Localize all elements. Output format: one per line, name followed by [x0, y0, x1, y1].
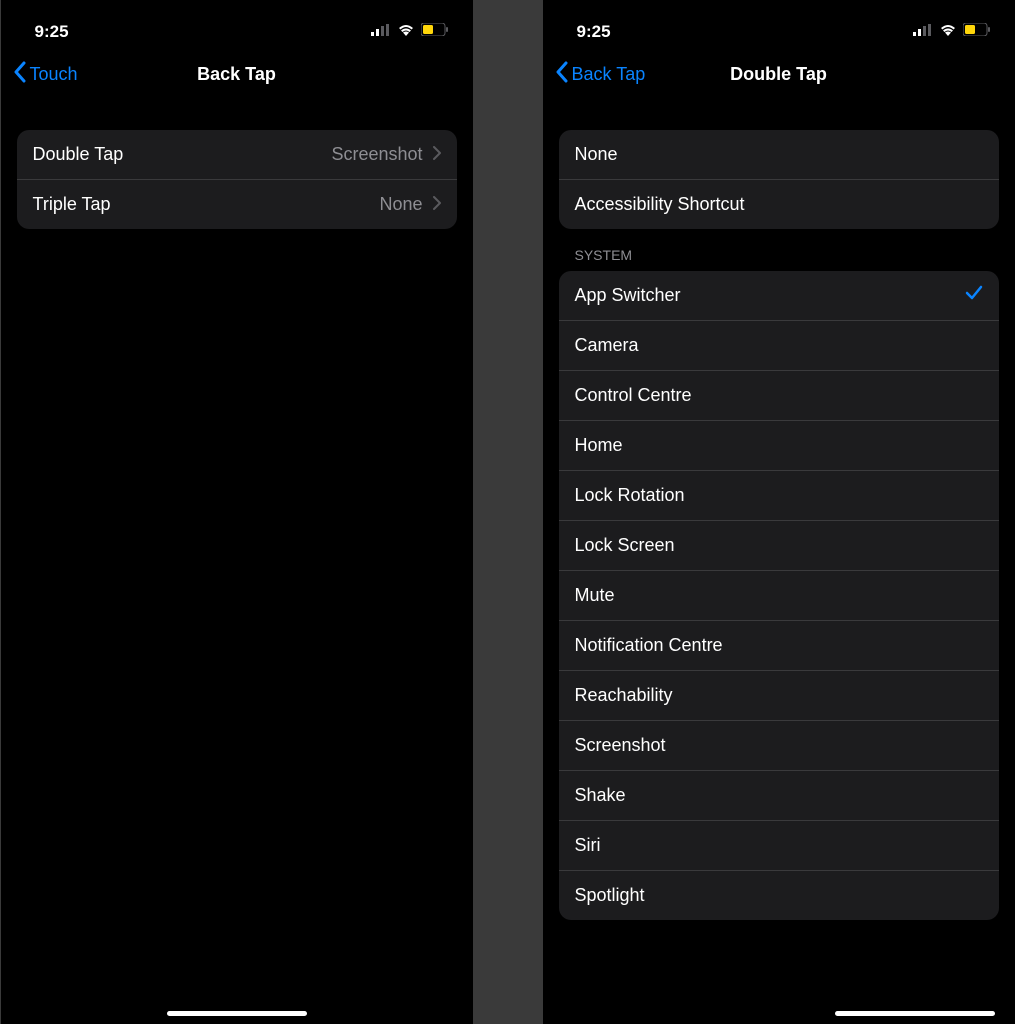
cell-app-switcher[interactable]: App Switcher: [559, 271, 999, 321]
cell-label: Home: [575, 435, 623, 456]
cell-label: Accessibility Shortcut: [575, 194, 745, 215]
chevron-left-icon: [555, 61, 568, 88]
cell-label: Control Centre: [575, 385, 692, 406]
checkmark-icon: [965, 285, 983, 306]
phone-left: 9:25 Touch Back Tap Double Tap: [1, 0, 473, 1024]
nav-bar: Touch Back Tap: [1, 50, 473, 102]
cell-label: None: [575, 144, 618, 165]
cellular-signal-icon: [371, 23, 391, 41]
cell-group-system: App Switcher Camera Control Centre Home …: [559, 271, 999, 920]
cell-right: None: [379, 194, 440, 215]
section-header-system: SYSTEM: [559, 229, 999, 271]
cell-label: Triple Tap: [33, 194, 111, 215]
battery-icon: [421, 23, 449, 41]
cell-label: Siri: [575, 835, 601, 856]
cell-reachability[interactable]: Reachability: [559, 671, 999, 721]
wifi-icon: [939, 23, 957, 41]
cell-mute[interactable]: Mute: [559, 571, 999, 621]
cell-camera[interactable]: Camera: [559, 321, 999, 371]
wifi-icon: [397, 23, 415, 41]
cell-right: Screenshot: [331, 144, 440, 165]
cellular-signal-icon: [913, 23, 933, 41]
cell-label: Reachability: [575, 685, 673, 706]
cell-notification-centre[interactable]: Notification Centre: [559, 621, 999, 671]
cell-lock-rotation[interactable]: Lock Rotation: [559, 471, 999, 521]
page-title: Back Tap: [197, 64, 276, 85]
status-bar: 9:25: [543, 0, 1015, 50]
cell-siri[interactable]: Siri: [559, 821, 999, 871]
cell-label: Notification Centre: [575, 635, 723, 656]
nav-bar: Back Tap Double Tap: [543, 50, 1015, 102]
cell-value: Screenshot: [331, 144, 422, 165]
cell-label: Shake: [575, 785, 626, 806]
back-label: Touch: [30, 64, 78, 85]
back-label: Back Tap: [572, 64, 646, 85]
cell-label: Lock Screen: [575, 535, 675, 556]
page-title: Double Tap: [730, 64, 827, 85]
cell-accessibility-shortcut[interactable]: Accessibility Shortcut: [559, 180, 999, 229]
cell-screenshot[interactable]: Screenshot: [559, 721, 999, 771]
cell-label: Mute: [575, 585, 615, 606]
cell-lock-screen[interactable]: Lock Screen: [559, 521, 999, 571]
cell-label: Spotlight: [575, 885, 645, 906]
cell-home[interactable]: Home: [559, 421, 999, 471]
phone-right: 9:25 Back Tap Double Tap None: [543, 0, 1015, 1024]
back-button[interactable]: Back Tap: [555, 61, 646, 88]
home-indicator[interactable]: [835, 1011, 995, 1016]
cell-group: Double Tap Screenshot Triple Tap None: [17, 130, 457, 229]
cell-spotlight[interactable]: Spotlight: [559, 871, 999, 920]
status-icons: [371, 23, 449, 41]
status-time: 9:25: [35, 22, 69, 42]
home-indicator[interactable]: [167, 1011, 307, 1016]
cell-label: Camera: [575, 335, 639, 356]
cell-control-centre[interactable]: Control Centre: [559, 371, 999, 421]
chevron-right-icon: [433, 144, 441, 165]
back-button[interactable]: Touch: [13, 61, 78, 88]
cell-group-top: None Accessibility Shortcut: [559, 130, 999, 229]
cell-label: Screenshot: [575, 735, 666, 756]
status-time: 9:25: [577, 22, 611, 42]
status-bar: 9:25: [1, 0, 473, 50]
cell-value: None: [379, 194, 422, 215]
status-icons: [913, 23, 991, 41]
cell-none[interactable]: None: [559, 130, 999, 180]
cell-label: Double Tap: [33, 144, 124, 165]
content-left: Double Tap Screenshot Triple Tap None: [1, 102, 473, 229]
cell-double-tap[interactable]: Double Tap Screenshot: [17, 130, 457, 180]
chevron-left-icon: [13, 61, 26, 88]
battery-icon: [963, 23, 991, 41]
cell-label: App Switcher: [575, 285, 681, 306]
cell-shake[interactable]: Shake: [559, 771, 999, 821]
cell-triple-tap[interactable]: Triple Tap None: [17, 180, 457, 229]
cell-label: Lock Rotation: [575, 485, 685, 506]
content-right: None Accessibility Shortcut SYSTEM App S…: [543, 102, 1015, 920]
chevron-right-icon: [433, 194, 441, 215]
